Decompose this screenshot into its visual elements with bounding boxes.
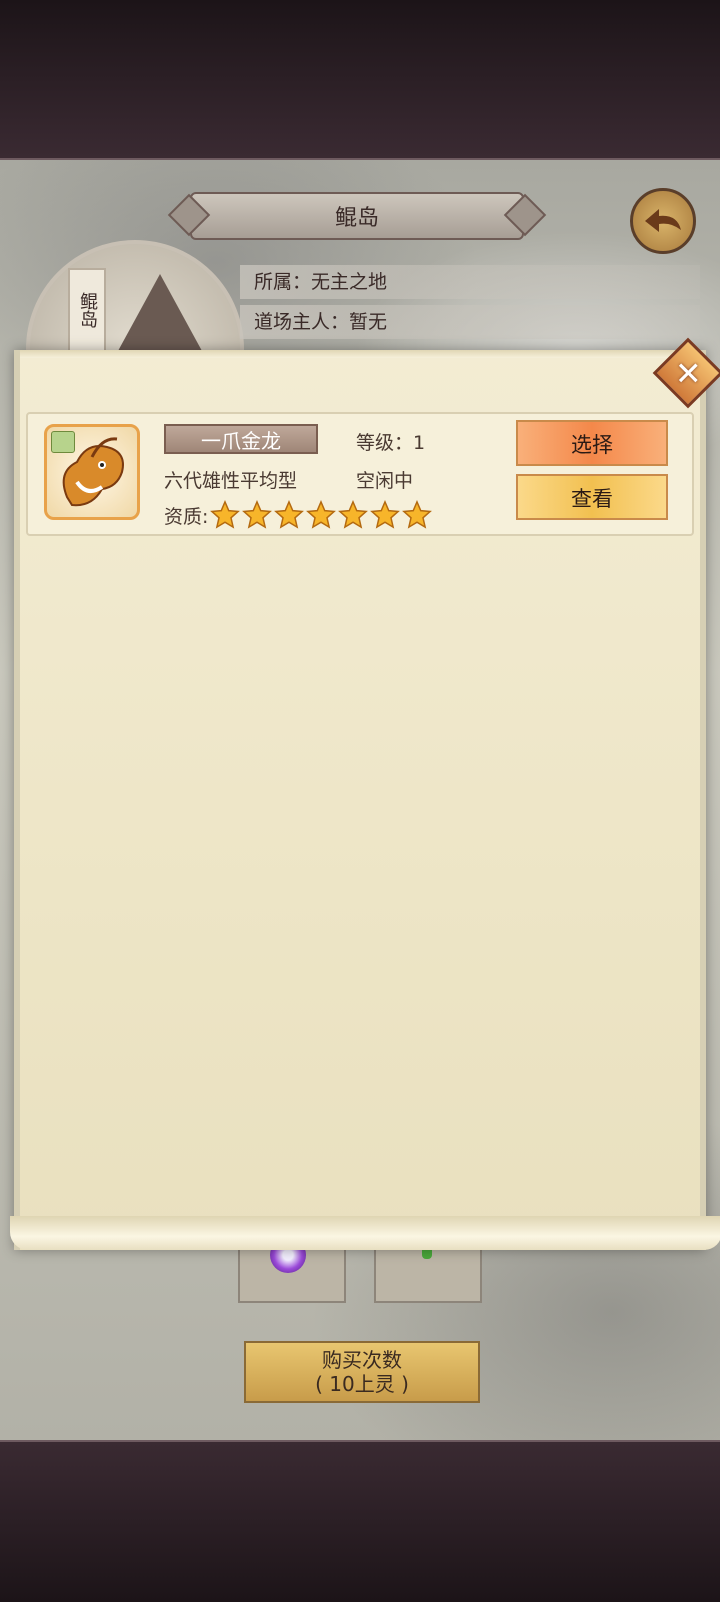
pet-type: 六代雄性平均型 (164, 470, 298, 492)
star-icon (402, 500, 433, 529)
pet-portrait[interactable] (44, 424, 140, 520)
affiliation-row: 所属：无主之地 (240, 265, 700, 299)
star-icon (274, 500, 305, 529)
star-icon (306, 500, 337, 529)
bottom-frame (0, 1440, 720, 1602)
quality-label: 资质: (164, 505, 209, 528)
pet-name: 一爪金龙 (164, 424, 318, 454)
star-icon (370, 500, 401, 529)
top-frame (0, 0, 720, 160)
buy-times-button[interactable]: 购买次数 ( 10上灵 ) (244, 1341, 480, 1403)
view-button[interactable]: 查看 (516, 474, 668, 520)
island-title: 鲲岛 (334, 206, 379, 231)
star-icon (242, 500, 273, 529)
select-button[interactable]: 选择 (516, 420, 668, 466)
star-icon (210, 500, 241, 529)
pet-card: 一爪金龙 等级：1 六代雄性平均型 空闲中 资质: 选择 查看 (26, 412, 694, 536)
pet-level: 等级：1 (356, 432, 426, 454)
quality-stars (210, 500, 434, 530)
scroll-bottom-curl (10, 1216, 720, 1250)
buy-cost-label: ( 10上灵 ) (315, 1372, 409, 1396)
lock-badge-icon (51, 431, 75, 453)
back-button[interactable] (630, 188, 696, 254)
back-arrow-icon (645, 209, 681, 232)
pet-status: 空闲中 (356, 470, 414, 492)
buy-label: 购买次数 (322, 1348, 402, 1372)
island-side-tag: 鲲岛 (68, 268, 106, 352)
island-title-banner: 鲲岛 (190, 192, 524, 240)
star-icon (338, 500, 369, 529)
pet-quality: 资质: (164, 500, 434, 530)
owner-row: 道场主人：暂无 (240, 305, 700, 339)
scroll-top-edge (20, 350, 700, 358)
close-icon: ✕ (674, 354, 702, 392)
